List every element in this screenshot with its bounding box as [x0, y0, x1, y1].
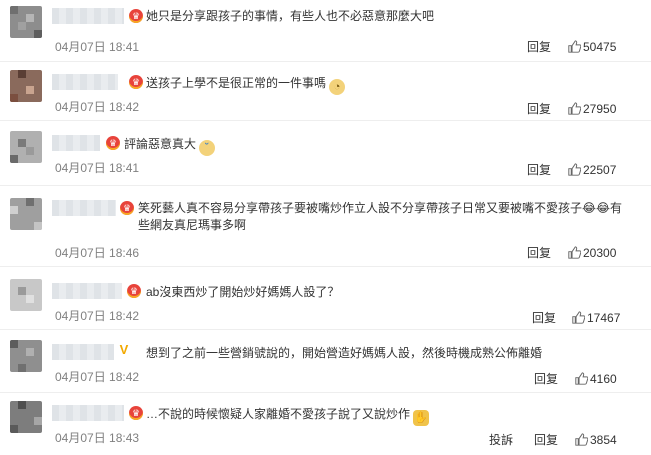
comment-time: 04月07日 18:46	[55, 246, 140, 260]
verified-v-icon: V	[119, 342, 129, 357]
thumb-up-icon	[568, 102, 581, 115]
crown-icon: ♛	[120, 201, 134, 215]
like-count: 27950	[583, 102, 617, 116]
avatar[interactable]	[10, 279, 42, 311]
comment-text: 笑死藝人真不容易分享帶孩子要被嘴炒作立人設不分享帶孩子日常又要被嘴不愛孩子😂😂有…	[138, 201, 623, 232]
username-blurred[interactable]	[52, 74, 118, 90]
like-button[interactable]: 50475	[568, 40, 616, 54]
comment-text: ab沒東西炒了開始炒好媽媽人設了？	[146, 285, 340, 299]
like-button[interactable]: 22507	[568, 163, 616, 177]
reply-button[interactable]: 回复	[534, 372, 558, 386]
comment-text: 送孩子上學不是很正常的一件事嗎 ◔	[146, 75, 346, 95]
username-blurred[interactable]	[52, 200, 116, 216]
reply-button[interactable]: 回复	[527, 40, 551, 54]
crown-icon: ♛	[129, 75, 143, 89]
comment-text: 想到了之前一些營銷號說的，開始營造好媽媽人設，然後時機成熟公佈離婚	[146, 346, 543, 360]
reply-button[interactable]: 回复	[527, 163, 551, 177]
comment-text: 她只是分享跟孩子的事情，有些人也不必惡意那麼大吧	[146, 9, 435, 23]
like-button[interactable]: 17467	[572, 311, 620, 325]
crown-icon: ♛	[127, 284, 141, 298]
username-blurred[interactable]	[52, 283, 122, 299]
like-count: 4160	[590, 372, 617, 386]
like-button[interactable]: 4160	[575, 372, 617, 386]
avatar[interactable]	[10, 198, 42, 230]
username-blurred[interactable]	[52, 8, 124, 24]
crown-icon: ♛	[106, 136, 120, 150]
comment-time: 04月07日 18:42	[55, 370, 140, 384]
comment-item: ♛ 送孩子上學不是很正常的一件事嗎 ◔ 04月07日 18:42 回复 27950	[0, 62, 651, 121]
comment-text: 評論惡意真大 ˘	[124, 136, 216, 156]
thumb-up-icon	[572, 311, 585, 324]
username-blurred[interactable]	[52, 135, 100, 151]
reply-button[interactable]: 回复	[534, 433, 558, 447]
comment-time: 04月07日 18:43	[55, 431, 140, 445]
thumb-up-icon	[568, 40, 581, 53]
avatar[interactable]	[10, 6, 42, 38]
reply-button[interactable]: 回复	[527, 102, 551, 116]
comment-item: ♛ 笑死藝人真不容易分享帶孩子要被嘴炒作立人設不分享帶孩子日常又要被嘴不愛孩子😂…	[0, 186, 651, 267]
reply-button[interactable]: 回复	[532, 311, 556, 325]
like-count: 22507	[583, 163, 617, 177]
facepalm-icon: ✋	[413, 410, 430, 426]
comment-item: ♛ …不說的時候懷疑人家離婚不愛孩子說了又說炒作 ✋ 04月07日 18:43 投…	[0, 393, 651, 455]
reply-button[interactable]: 回复	[527, 246, 551, 260]
username-blurred[interactable]	[52, 405, 124, 421]
thumb-up-icon	[568, 163, 581, 176]
comment-time: 04月07日 18:41	[55, 40, 140, 54]
thumb-up-icon	[575, 372, 588, 385]
comment-item: ♛ 她只是分享跟孩子的事情，有些人也不必惡意那麼大吧 04月07日 18:41 …	[0, 0, 651, 62]
like-button[interactable]: 20300	[568, 246, 616, 260]
comment-time: 04月07日 18:42	[55, 309, 140, 323]
comment-text: …不說的時候懷疑人家離婚不愛孩子說了又說炒作 ✋	[146, 407, 430, 426]
comment-time: 04月07日 18:42	[55, 100, 140, 114]
crown-icon: ♛	[129, 9, 143, 23]
doge-icon: ◔	[329, 79, 346, 95]
thumb-up-icon	[575, 433, 588, 446]
thumb-up-icon	[568, 246, 581, 259]
avatar[interactable]	[10, 70, 42, 102]
crown-icon: ♛	[129, 406, 143, 420]
comment-time: 04月07日 18:41	[55, 161, 140, 175]
report-button[interactable]: 投訴	[489, 433, 513, 447]
avatar[interactable]	[10, 401, 42, 433]
comment-item: ♛ 評論惡意真大 ˘ 04月07日 18:41 22507 回复	[0, 121, 651, 186]
like-count: 50475	[583, 40, 617, 54]
like-button[interactable]: 27950	[568, 102, 616, 116]
like-button[interactable]: 3854	[575, 433, 617, 447]
like-count: 20300	[583, 246, 617, 260]
comment-item: V 想到了之前一些營銷號說的，開始營造好媽媽人設，然後時機成熟公佈離婚 04月0…	[0, 330, 651, 393]
avatar[interactable]	[10, 340, 42, 372]
like-count: 17467	[587, 311, 621, 325]
crying-icon: ˘	[199, 140, 216, 156]
comment-item: ♛ ab沒東西炒了開始炒好媽媽人設了？ 04月07日 18:42 回复 1746…	[0, 267, 651, 330]
like-count: 3854	[590, 433, 617, 447]
avatar[interactable]	[10, 131, 42, 163]
username-blurred[interactable]	[52, 344, 114, 360]
